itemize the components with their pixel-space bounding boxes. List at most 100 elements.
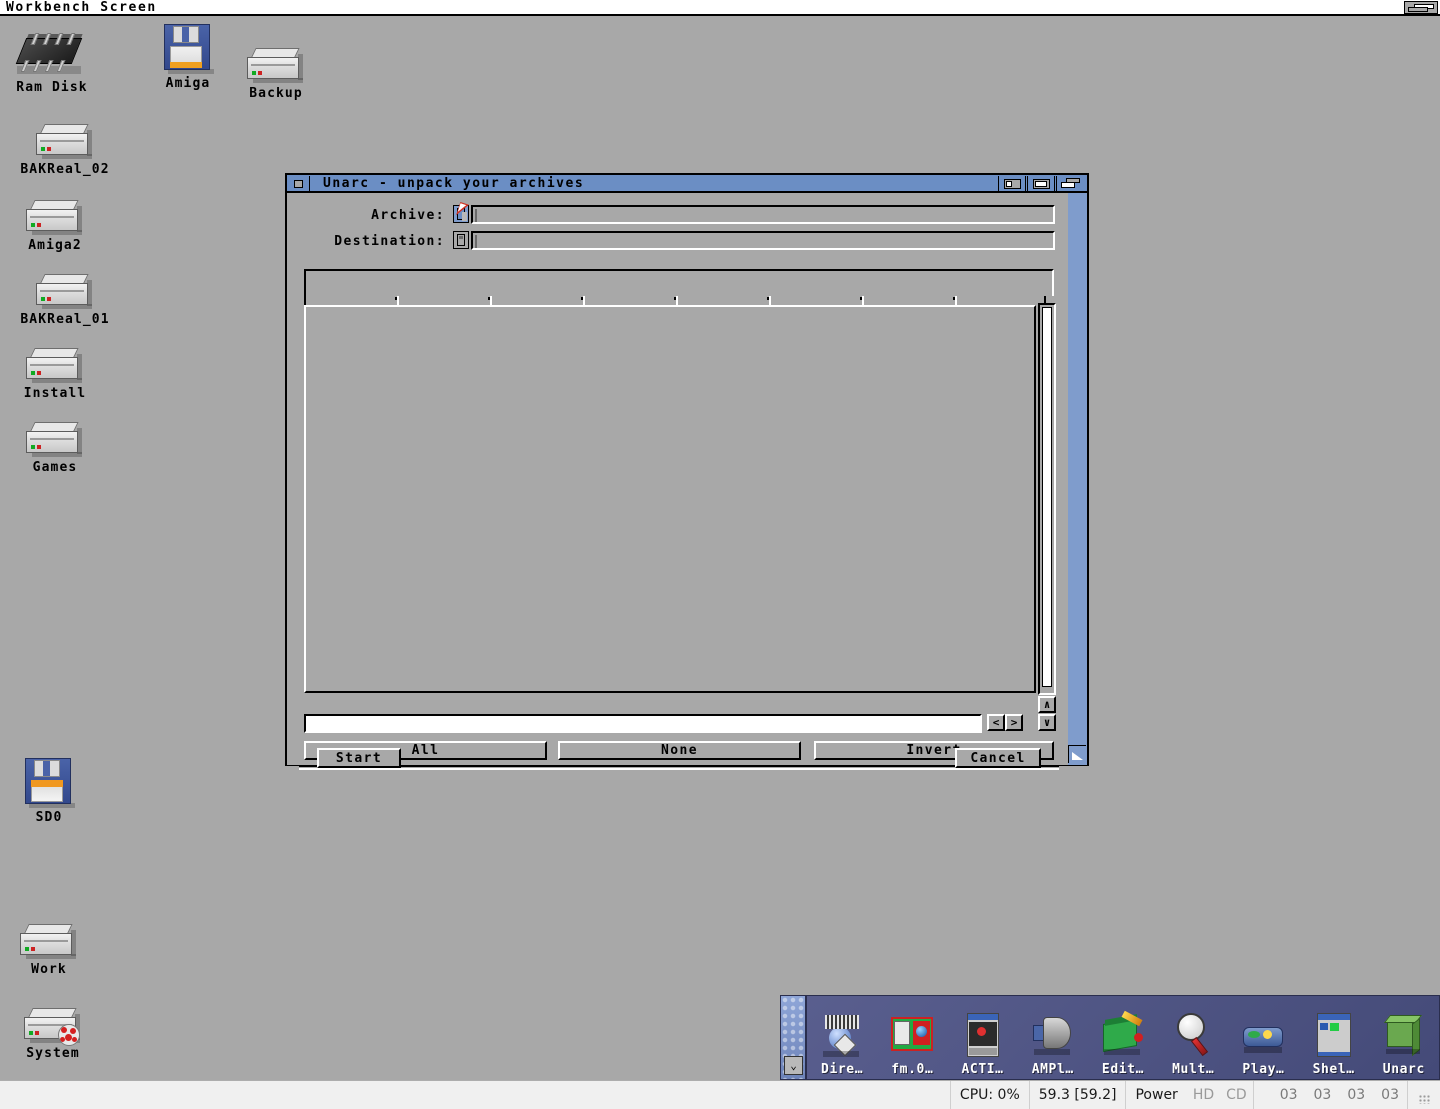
status-power: Power bbox=[1125, 1081, 1186, 1109]
select-none-button[interactable]: None bbox=[558, 741, 801, 760]
resize-grip[interactable] bbox=[1407, 1081, 1440, 1109]
harddisk-icon bbox=[5, 108, 125, 160]
scroll-down-arrow[interactable]: ∨ bbox=[1038, 714, 1056, 731]
archive-label: Archive: bbox=[371, 208, 445, 223]
shell-icon bbox=[1311, 1011, 1357, 1061]
status-bar: CPU: 0% 59.3 [59.2] Power HD CD 03 03 03… bbox=[0, 1080, 1440, 1109]
harddisk-icon bbox=[216, 32, 336, 84]
window-title: Unarc - unpack your archives bbox=[323, 176, 585, 191]
cancel-button[interactable]: Cancel bbox=[955, 748, 1041, 768]
status-drive-1: 03 bbox=[1313, 1087, 1332, 1103]
desktop-icon-label: Amiga2 bbox=[28, 238, 82, 253]
harddisk-icon bbox=[0, 184, 115, 236]
workbench-ball-icon bbox=[58, 1024, 80, 1046]
dock-item-player[interactable]: Play… bbox=[1228, 996, 1298, 1079]
harddisk-system-icon bbox=[0, 992, 113, 1046]
desktop-icon-work[interactable]: Work bbox=[0, 908, 109, 977]
archive-file-list[interactable] bbox=[304, 305, 1036, 693]
status-drive-3: 03 bbox=[1381, 1087, 1399, 1103]
dock-item-action[interactable]: ACTI… bbox=[947, 996, 1017, 1079]
dock-item-label: AMPl… bbox=[1031, 1062, 1074, 1077]
dock-items: Dire… fm.0… ACTI… AMPl… Edit… Mult… Play… bbox=[807, 996, 1439, 1079]
dock-item-fm[interactable]: fm.0… bbox=[877, 996, 947, 1079]
start-button[interactable]: Start bbox=[317, 748, 401, 768]
scroll-up-arrow[interactable]: ∧ bbox=[1038, 696, 1056, 713]
dock-item-unarc[interactable]: Unarc bbox=[1369, 996, 1439, 1079]
desktop-icon-label: System bbox=[26, 1046, 80, 1061]
desktop-icon-ram-disk[interactable]: Ram Disk bbox=[0, 26, 112, 95]
floppy-disk-icon bbox=[0, 756, 109, 808]
status-hd: HD bbox=[1192, 1087, 1215, 1103]
status-fps: 59.3 [59.2] bbox=[1028, 1081, 1126, 1109]
desktop-icon-label: BAKReal_01 bbox=[20, 312, 110, 327]
desktop-icon-label: Backup bbox=[249, 86, 303, 101]
editor-icon bbox=[1100, 1010, 1146, 1061]
dock-item-label: ACTI… bbox=[961, 1062, 1004, 1077]
screen-depth-gadget[interactable] bbox=[1404, 1, 1438, 14]
close-gadget[interactable] bbox=[288, 176, 310, 191]
file-browse-icon[interactable] bbox=[453, 205, 469, 223]
list-header-bar[interactable] bbox=[304, 269, 1054, 299]
desktop-icon-label: Games bbox=[32, 460, 78, 475]
dock-item-label: Dire… bbox=[821, 1062, 864, 1077]
desktop-icon-bakreal-02[interactable]: BAKReal_02 bbox=[5, 108, 125, 177]
dock-item-label: fm.0… bbox=[891, 1062, 934, 1077]
dock-item-editor[interactable]: Edit… bbox=[1088, 996, 1158, 1079]
desktop-icon-label: Work bbox=[31, 962, 67, 977]
dock-handle[interactable]: ⌄ bbox=[781, 996, 807, 1079]
status-cd: CD bbox=[1226, 1087, 1247, 1103]
page-shape bbox=[457, 208, 467, 221]
iconify-icon bbox=[1004, 179, 1021, 189]
text-cursor bbox=[475, 209, 477, 222]
desktop-icon-system[interactable]: System bbox=[0, 992, 113, 1061]
zoom-icon bbox=[1033, 179, 1050, 189]
depth-gadget[interactable] bbox=[1056, 176, 1086, 191]
iconify-gadget[interactable] bbox=[998, 176, 1026, 191]
desktop-icon-games[interactable]: Games bbox=[0, 406, 115, 475]
dock-collapse-arrow-icon[interactable]: ⌄ bbox=[784, 1056, 803, 1075]
desktop-icon-label: Install bbox=[23, 386, 87, 401]
desktop-icon-install[interactable]: Install bbox=[0, 332, 115, 401]
desktop-icon-sd0[interactable]: SD0 bbox=[0, 756, 109, 825]
status-cpu: CPU: 0% bbox=[949, 1081, 1029, 1109]
dock-item-directory[interactable]: Dire… bbox=[807, 996, 877, 1079]
destination-input[interactable] bbox=[471, 231, 1055, 250]
status-drive-0: 03 bbox=[1252, 1081, 1306, 1109]
zoom-gadget[interactable] bbox=[1027, 176, 1055, 191]
close-icon bbox=[294, 180, 303, 188]
directory-opus-icon bbox=[819, 1011, 865, 1061]
window-body: Archive: Destination: ∧ ∨ < > All None I… bbox=[287, 193, 1068, 770]
divider-highlight bbox=[299, 768, 1059, 770]
unarc-window[interactable]: Unarc - unpack your archives Archive: De… bbox=[285, 173, 1089, 770]
desktop-icon-backup[interactable]: Backup bbox=[216, 32, 336, 101]
player-icon bbox=[1240, 1011, 1286, 1061]
vertical-scrollbar[interactable] bbox=[1038, 303, 1056, 695]
folder-shape bbox=[457, 234, 465, 246]
ram-chip-icon bbox=[0, 26, 112, 78]
scroll-right-arrow[interactable]: > bbox=[1005, 714, 1023, 731]
scrollbar-knob[interactable] bbox=[1042, 307, 1052, 687]
text-cursor bbox=[475, 235, 477, 248]
resize-gadget[interactable] bbox=[1068, 745, 1086, 763]
dock-item-shell[interactable]: Shel… bbox=[1299, 996, 1369, 1079]
action-app-icon bbox=[960, 1011, 1006, 1061]
scroll-left-arrow[interactable]: < bbox=[987, 714, 1005, 731]
application-dock[interactable]: ⌄ Dire… fm.0… ACTI… AMPl… Edit… Mult… Pl… bbox=[780, 995, 1440, 1080]
dock-item-label: Mult… bbox=[1172, 1062, 1215, 1077]
folder-browse-icon[interactable] bbox=[453, 231, 469, 249]
desktop-icon-amiga2[interactable]: Amiga2 bbox=[0, 184, 115, 253]
screen-title-bar[interactable]: Workbench Screen bbox=[0, 0, 1440, 16]
magnifier-icon bbox=[1170, 1011, 1216, 1061]
dock-item-amplifier[interactable]: AMPl… bbox=[1018, 996, 1088, 1079]
path-input[interactable] bbox=[304, 714, 982, 733]
harddisk-icon bbox=[5, 258, 125, 310]
window-title-bar[interactable]: Unarc - unpack your archives bbox=[287, 175, 1087, 193]
resize-icon bbox=[1072, 752, 1083, 760]
divider bbox=[299, 765, 1059, 767]
dock-item-label: Unarc bbox=[1382, 1062, 1425, 1077]
harddisk-icon bbox=[0, 908, 109, 960]
archive-input[interactable] bbox=[471, 205, 1055, 224]
green-cube-icon bbox=[1381, 1011, 1427, 1061]
dock-item-multiview[interactable]: Mult… bbox=[1158, 996, 1228, 1079]
desktop-icon-bakreal-01[interactable]: BAKReal_01 bbox=[5, 258, 125, 327]
